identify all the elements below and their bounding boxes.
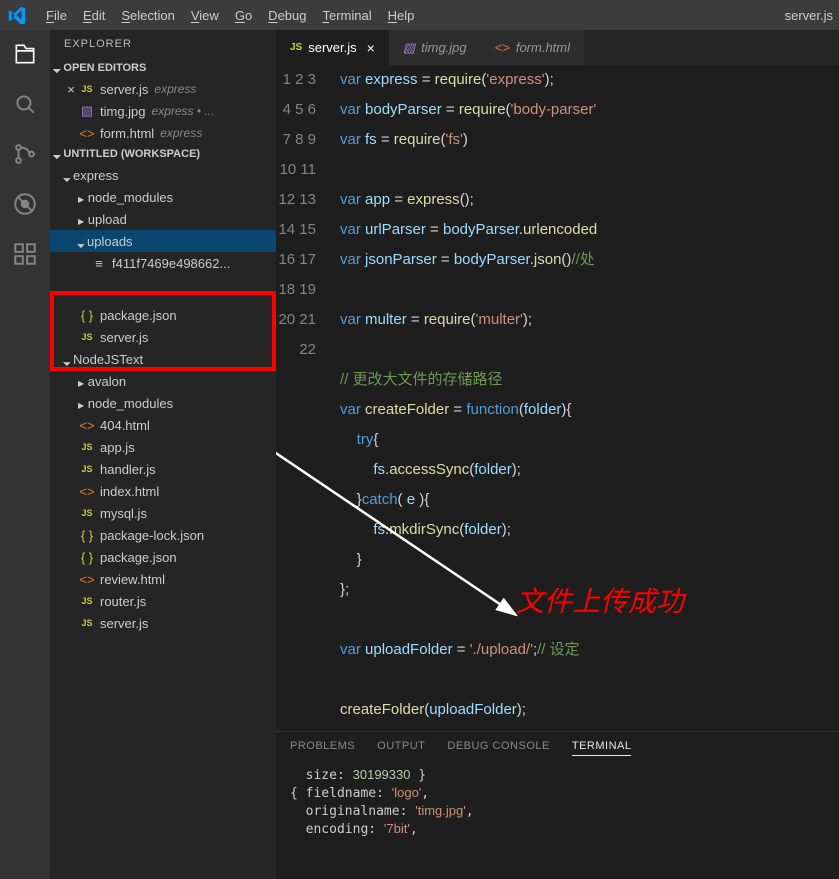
menu-terminal[interactable]: Terminal — [314, 0, 379, 30]
code-editor[interactable]: 1 2 3 4 5 6 7 8 9 10 11 12 13 14 15 16 1… — [276, 65, 839, 731]
open-editors-header[interactable]: OPEN EDITORS — [50, 58, 276, 78]
open-editor-item[interactable]: <>form.htmlexpress — [50, 122, 276, 144]
menu-selection[interactable]: Selection — [113, 0, 182, 30]
tree-file[interactable]: <>404.html — [50, 414, 276, 436]
panel-tab-output[interactable]: OUTPUT — [377, 740, 425, 756]
menu-view[interactable]: View — [183, 0, 227, 30]
open-editor-item[interactable]: ×JSserver.jsexpress — [50, 78, 276, 100]
tree-folder[interactable]: node_modules — [50, 186, 276, 208]
tree-folder[interactable]: node_modules — [50, 392, 276, 414]
panel-tab-terminal[interactable]: TERMINAL — [572, 740, 632, 756]
editor-tabs: JSserver.js× ▧timg.jpg <>form.html — [276, 30, 839, 65]
tab-timg-jpg[interactable]: ▧timg.jpg — [389, 30, 481, 65]
line-gutter: 1 2 3 4 5 6 7 8 9 10 11 12 13 14 15 16 1… — [276, 65, 336, 731]
tree-file[interactable]: JSserver.js — [50, 612, 276, 634]
editor-area: JSserver.js× ▧timg.jpg <>form.html 1 2 3… — [276, 30, 839, 879]
explorer-title: EXPLORER — [50, 30, 276, 58]
tree-file[interactable]: JSrouter.js — [50, 590, 276, 612]
tree-folder-uploads[interactable]: uploads — [50, 230, 276, 252]
source-control-icon[interactable] — [11, 140, 39, 168]
panel-tab-debug[interactable]: DEBUG CONSOLE — [447, 740, 549, 756]
close-icon[interactable]: × — [367, 40, 375, 56]
explorer-sidebar: EXPLORER OPEN EDITORS ×JSserver.jsexpres… — [50, 30, 276, 879]
activity-bar — [0, 30, 50, 879]
tree-file[interactable]: JSserver.js — [50, 326, 276, 348]
menu-go[interactable]: Go — [227, 0, 260, 30]
tree-file[interactable]: <>index.html — [50, 480, 276, 502]
tree-folder[interactable]: NodeJSText — [50, 348, 276, 370]
tree-file[interactable]: JSapp.js — [50, 436, 276, 458]
annotation-text: 文件上传成功 — [516, 588, 684, 618]
tab-server-js[interactable]: JSserver.js× — [276, 30, 389, 65]
search-icon[interactable] — [11, 90, 39, 118]
tree-file[interactable]: <>review.html — [50, 568, 276, 590]
tree-file[interactable]: { }package-lock.json — [50, 524, 276, 546]
terminal-output[interactable]: size: 30199330 } { fieldname: 'logo', or… — [276, 760, 839, 844]
tree-file[interactable]: JSmysql.js — [50, 502, 276, 524]
bottom-panel: PROBLEMS OUTPUT DEBUG CONSOLE TERMINAL s… — [276, 731, 839, 879]
tree-file[interactable]: { }package.json — [50, 304, 276, 326]
tree-file[interactable]: ≡f411f7469e498662... — [50, 252, 276, 274]
debug-icon[interactable] — [11, 190, 39, 218]
open-editor-item[interactable]: ▧timg.jpgexpress • ... — [50, 100, 276, 122]
explorer-icon[interactable] — [11, 40, 39, 68]
panel-tab-problems[interactable]: PROBLEMS — [290, 740, 355, 756]
tree-file[interactable]: JShandler.js — [50, 458, 276, 480]
title-bar: File Edit Selection View Go Debug Termin… — [0, 0, 839, 30]
tree-folder[interactable]: express — [50, 164, 276, 186]
menu-edit[interactable]: Edit — [75, 0, 113, 30]
tree-folder[interactable]: upload — [50, 208, 276, 230]
tree-folder[interactable]: avalon — [50, 370, 276, 392]
panel-tabs: PROBLEMS OUTPUT DEBUG CONSOLE TERMINAL — [276, 732, 839, 760]
vscode-logo-icon — [6, 4, 28, 26]
tree-file[interactable]: { }package.json — [50, 546, 276, 568]
tree-file-hidden[interactable] — [50, 274, 276, 304]
tab-form-html[interactable]: <>form.html — [481, 30, 584, 65]
menu-help[interactable]: Help — [380, 0, 423, 30]
workspace-header[interactable]: UNTITLED (WORKSPACE) — [50, 144, 276, 164]
menu-file[interactable]: File — [38, 0, 75, 30]
menu-debug[interactable]: Debug — [260, 0, 314, 30]
code-body[interactable]: var express = require('express'); var bo… — [336, 65, 839, 731]
extensions-icon[interactable] — [11, 240, 39, 268]
title-file: server.js — [785, 8, 833, 23]
